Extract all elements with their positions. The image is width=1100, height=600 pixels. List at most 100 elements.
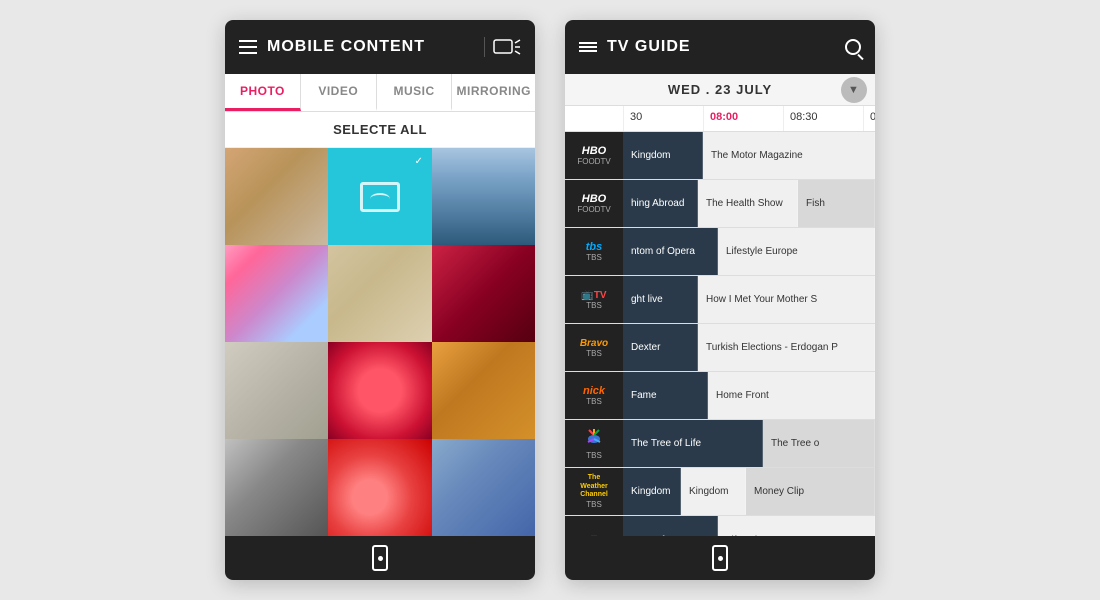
mc-bottom-bar xyxy=(225,536,535,580)
time-cell-0900: 09:00 xyxy=(863,106,875,131)
photo-cell-4[interactable] xyxy=(225,245,328,342)
program-fame[interactable]: Fame xyxy=(623,372,708,419)
nbc-peacock-icon xyxy=(579,427,609,451)
tvg-row-bravo: Bravo TBS Dexter Turkish Elections - Erd… xyxy=(565,324,875,372)
channel-sub-nbc: TBS xyxy=(586,451,602,460)
tab-music[interactable]: MUSIC xyxy=(377,74,453,111)
program-money-clip[interactable]: Money Clip xyxy=(746,468,875,515)
mc-tabs: PHOTO VIDEO MUSIC MIRRORING xyxy=(225,74,535,112)
hamburger-icon[interactable] xyxy=(239,40,257,54)
date-chevron-button[interactable]: ▼ xyxy=(841,77,867,103)
photo-cell-10[interactable] xyxy=(225,439,328,536)
program-lifestyle-europe1[interactable]: Lifestyle Europe xyxy=(718,228,875,275)
photo-cell-8[interactable] xyxy=(328,342,431,439)
tvg-row-weather: TheWeatherChannel TBS Kingdom Kingdom Mo… xyxy=(565,468,875,516)
check-overlay: ✓ xyxy=(410,152,428,170)
time-cell-30: 30 xyxy=(623,106,703,131)
program-dexter[interactable]: Dexter xyxy=(623,324,698,371)
nick-logo: nick xyxy=(583,385,605,397)
channel-logo-bravo[interactable]: Bravo TBS xyxy=(565,324,623,371)
photo-cell-7[interactable] xyxy=(225,342,328,439)
tvg-header: TV GUIDE xyxy=(565,20,875,74)
tvg-row-nick: nick TBS Fame Home Front xyxy=(565,372,875,420)
channel-logo-hbo2[interactable]: HBO FOODTV xyxy=(565,180,623,227)
search-icon[interactable] xyxy=(845,39,861,55)
channel-logo-nbc[interactable]: TBS xyxy=(565,420,623,467)
tvg-time-cells: 30 08:00 08:30 09:00 xyxy=(623,106,875,131)
program-fishing-abroad[interactable]: hing Abroad xyxy=(623,180,698,227)
tvg-programs-tbs1: ntom of Opera Lifestyle Europe xyxy=(623,228,875,275)
tab-photo[interactable]: PHOTO xyxy=(225,74,301,111)
select-all-label[interactable]: SELECTE ALL xyxy=(225,112,535,148)
photo-grid: ✓ xyxy=(225,148,535,536)
tv-guide-phone: TV GUIDE WED . 23 JULY ▼ 30 08:00 08:30 … xyxy=(565,20,875,580)
program-fish[interactable]: Fish xyxy=(798,180,875,227)
tvg-programs-weather: Kingdom Kingdom Money Clip xyxy=(623,468,875,515)
tvg-bottom-bar xyxy=(565,536,875,580)
program-homefront[interactable]: Home Front xyxy=(708,372,875,419)
program-health-show[interactable]: The Health Show xyxy=(698,180,798,227)
tvg-row-hbo1: HBO FOODTV Kingdom The Motor Magazine xyxy=(565,132,875,180)
channel-sub-weather: TBS xyxy=(586,500,602,509)
program-tree-of-life[interactable]: The Tree of Life xyxy=(623,420,763,467)
program-kingdom1[interactable]: Kingdom xyxy=(623,132,703,179)
tvg-hamburger-icon[interactable] xyxy=(579,40,597,54)
tvg-programs-tv: ght live How I Met Your Mother S xyxy=(623,276,875,323)
program-kingdom-w2[interactable]: Kingdom xyxy=(681,468,746,515)
photo-selected-icon xyxy=(360,182,400,212)
tvg-time-row: 30 08:00 08:30 09:00 xyxy=(565,106,875,132)
tvg-row-nbc: TBS The Tree of Life The Tree o xyxy=(565,420,875,468)
channel-logo-nick[interactable]: nick TBS xyxy=(565,372,623,419)
mc-title: MOBILE CONTENT xyxy=(267,38,474,56)
time-cell-0830: 08:30 xyxy=(783,106,863,131)
bravo-logo: Bravo xyxy=(580,338,608,349)
mc-header: MOBILE CONTENT xyxy=(225,20,535,74)
tvg-date: WED . 23 JULY xyxy=(668,82,772,97)
program-phantom2[interactable]: ntom of Opera xyxy=(623,516,718,536)
tvg-programs-ch5: ntom of Opera Lifestyle Europe xyxy=(623,516,875,536)
mobile-content-phone: MOBILE CONTENT PHOTO VIDEO MUSIC MIRRORI… xyxy=(225,20,535,580)
program-nightlive[interactable]: ght live xyxy=(623,276,698,323)
tab-video[interactable]: VIDEO xyxy=(301,74,377,111)
cast-icon xyxy=(493,37,521,57)
weather-logo: TheWeatherChannel xyxy=(580,474,608,499)
phone-icon xyxy=(372,545,388,571)
channel-logo-hbo1[interactable]: HBO FOODTV xyxy=(565,132,623,179)
program-kingdom-w1[interactable]: Kingdom xyxy=(623,468,681,515)
photo-cell-11[interactable] xyxy=(328,439,431,536)
channel-sub-nick: TBS xyxy=(586,397,602,406)
channel-logo-tbs1[interactable]: tbs TBS xyxy=(565,228,623,275)
channel-sub-tv: TBS xyxy=(586,301,602,310)
channel-sub-hbo2: FOODTV xyxy=(577,205,610,214)
photo-cell-5[interactable] xyxy=(328,245,431,342)
program-phantom1[interactable]: ntom of Opera xyxy=(623,228,718,275)
tab-mirroring[interactable]: MIRRORING xyxy=(452,74,535,111)
channel-logo-weather[interactable]: TheWeatherChannel TBS xyxy=(565,468,623,515)
hbo-logo-2: HBO xyxy=(582,193,606,205)
tv-logo: 📺TV xyxy=(581,290,606,301)
program-motor-magazine[interactable]: The Motor Magazine xyxy=(703,132,875,179)
photo-cell-12[interactable] xyxy=(432,439,535,536)
program-turkish[interactable]: Turkish Elections - Erdogan P xyxy=(698,324,875,371)
photo-cell-6[interactable] xyxy=(432,245,535,342)
photo-cell-3[interactable] xyxy=(432,148,535,245)
tvg-programs-bravo: Dexter Turkish Elections - Erdogan P xyxy=(623,324,875,371)
photo-cell-2[interactable]: ✓ xyxy=(328,148,431,245)
photo-cell-9[interactable] xyxy=(432,342,535,439)
channel-logo-ch5[interactable]: 5 xyxy=(565,516,623,536)
tvg-programs-hbo2: hing Abroad The Health Show Fish xyxy=(623,180,875,227)
tvg-title: TV GUIDE xyxy=(607,38,835,56)
channel-sub-tbs1: TBS xyxy=(586,253,602,262)
tvg-row-ch5: 5 ntom of Opera Lifestyle Europe xyxy=(565,516,875,536)
channel-logo-tv[interactable]: 📺TV TBS xyxy=(565,276,623,323)
program-himym[interactable]: How I Met Your Mother S xyxy=(698,276,875,323)
tvg-channel-col-header xyxy=(565,106,623,131)
photo-cell-1[interactable] xyxy=(225,148,328,245)
program-lifestyle-europe2[interactable]: Lifestyle Europe xyxy=(718,516,875,536)
time-cell-0800: 08:00 xyxy=(703,106,783,131)
tvg-programs-hbo1: Kingdom The Motor Magazine xyxy=(623,132,875,179)
tbs-logo: tbs xyxy=(586,241,603,253)
program-tree2[interactable]: The Tree o xyxy=(763,420,875,467)
tvg-phone-icon xyxy=(712,545,728,571)
hbo-logo: HBO xyxy=(582,145,606,157)
